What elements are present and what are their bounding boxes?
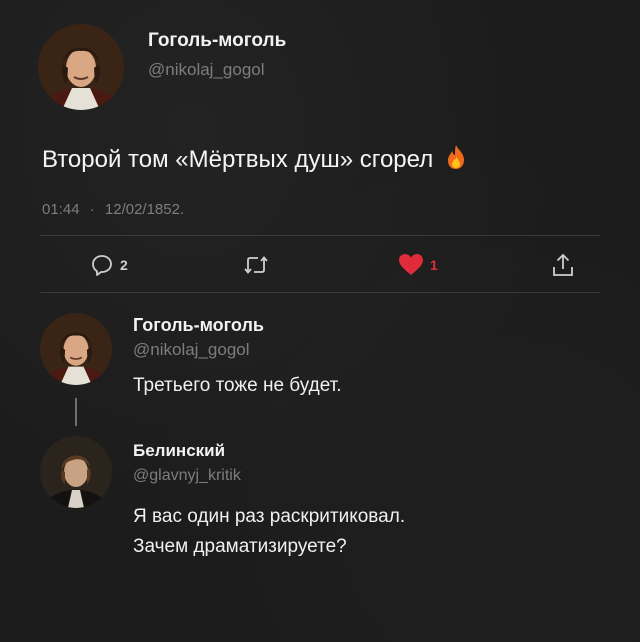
- thread-line: [75, 398, 77, 426]
- tweet-text: Второй том «Мёртвых душ» сгорел: [42, 146, 434, 173]
- tweet-time: 01:44: [42, 201, 80, 218]
- tweet-timestamp: 01:44 · 12/02/1852.: [42, 201, 184, 218]
- reply-icon: [90, 253, 114, 277]
- retweet-icon: [243, 253, 269, 277]
- reply-count: 2: [120, 257, 128, 273]
- critic-text-line-1: Я вас один раз раскритиковал.: [133, 506, 406, 527]
- timestamp-separator: ·: [89, 201, 95, 218]
- reply-author-handle[interactable]: @nikolaj_gogol: [133, 340, 250, 360]
- divider-top: [40, 235, 600, 236]
- share-button[interactable]: [551, 252, 575, 278]
- heart-icon: [398, 253, 424, 277]
- like-count: 1: [430, 257, 438, 273]
- critic-avatar[interactable]: [40, 436, 112, 508]
- fire-icon: [444, 144, 468, 177]
- author-handle[interactable]: @nikolaj_gogol: [148, 60, 265, 80]
- critic-text-line-2: Зачем драматизируете?: [133, 536, 347, 557]
- share-icon: [551, 252, 575, 278]
- author-avatar[interactable]: [38, 24, 124, 110]
- reply-text: Третьего тоже не будет.: [133, 375, 342, 396]
- reply-author-name[interactable]: Гоголь-моголь: [133, 315, 264, 336]
- reply-button[interactable]: 2: [90, 253, 128, 277]
- like-button[interactable]: 1: [398, 253, 438, 277]
- divider-bottom: [40, 292, 600, 293]
- critic-name[interactable]: Белинский: [133, 441, 225, 461]
- tweet-date: 12/02/1852.: [104, 201, 185, 218]
- tweet-text-row: Второй том «Мёртвых душ» сгорел: [42, 144, 468, 177]
- retweet-button[interactable]: [243, 253, 269, 277]
- author-name[interactable]: Гоголь-моголь: [148, 30, 286, 52]
- critic-handle[interactable]: @glavnyj_kritik: [133, 467, 241, 485]
- reply-author-avatar[interactable]: [40, 313, 112, 385]
